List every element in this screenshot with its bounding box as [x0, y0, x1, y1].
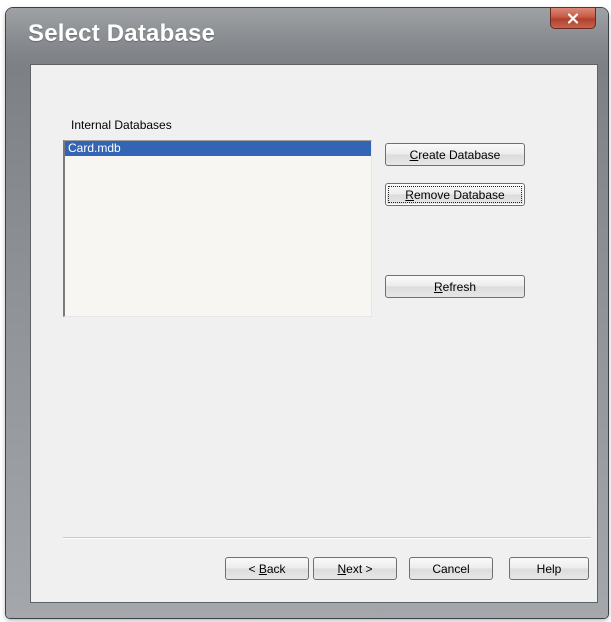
window-title: Select Database [28, 20, 216, 47]
footer-separator [63, 537, 591, 539]
cancel-button[interactable]: Cancel [409, 557, 493, 580]
create-database-button[interactable]: Create Database [385, 143, 525, 166]
create-database-mnemonic: C [409, 147, 419, 162]
back-label: ack [266, 561, 286, 576]
next-mnemonic: N [337, 561, 347, 576]
back-mnemonic: B [258, 561, 267, 576]
close-button[interactable] [550, 8, 596, 29]
internal-databases-label: Internal Databases [71, 118, 172, 132]
create-database-label: reate Database [418, 147, 501, 162]
help-label: Help [536, 561, 562, 576]
remove-database-button[interactable]: Remove Database [385, 183, 525, 206]
help-button[interactable]: Help [509, 557, 589, 580]
remove-database-label: emove Database [413, 187, 505, 202]
refresh-button[interactable]: Refresh [385, 275, 525, 298]
cancel-label: Cancel [432, 561, 470, 576]
list-item-label: Card.mdb [68, 141, 121, 155]
internal-databases-list[interactable]: Card.mdb [63, 140, 372, 317]
next-button[interactable]: Next > [313, 557, 397, 580]
refresh-mnemonic: R [433, 279, 443, 294]
close-icon [567, 12, 579, 24]
next-label: ext > [346, 561, 373, 576]
back-button[interactable]: < Back [225, 557, 309, 580]
refresh-label: efresh [442, 279, 477, 294]
dialog-body: Internal Databases Card.mdb Create Datab… [30, 64, 598, 603]
list-item[interactable]: Card.mdb [65, 141, 371, 156]
select-database-window: Select Database Internal Databases Card.… [6, 8, 608, 618]
back-prefix: < [248, 561, 259, 576]
remove-database-mnemonic: R [405, 187, 414, 202]
